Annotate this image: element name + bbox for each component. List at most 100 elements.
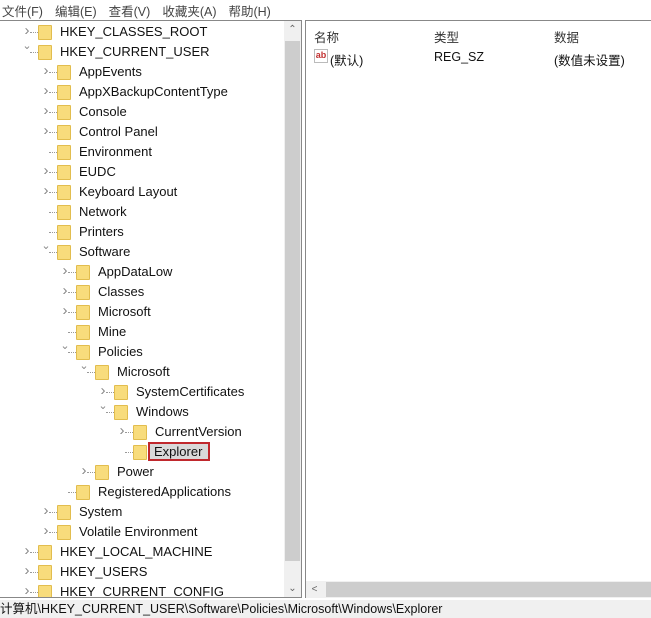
horizontal-scrollbar[interactable]: < [306,581,651,598]
scroll-down-icon[interactable]: ⌄ [284,580,301,597]
folder-icon [57,65,71,80]
tree-connector [30,52,38,53]
chevron-right-icon[interactable]: › [98,382,108,399]
chevron-right-icon[interactable]: › [41,82,51,99]
chevron-right-icon[interactable]: › [22,22,32,39]
tree-item[interactable]: › Power [0,462,283,482]
tree-item[interactable]: › EUDC [0,162,283,182]
tree-item[interactable]: › HKEY_CURRENT_CONFIG [0,582,283,598]
folder-icon [38,45,52,60]
chevron-right-icon[interactable]: › [117,422,127,439]
folder-icon [57,125,71,140]
tree-item-label: System [79,504,123,519]
tree-item[interactable]: › System [0,502,283,522]
chevron-right-icon[interactable]: › [22,542,32,559]
value-data: (数值未设置) [554,54,625,68]
tree-item-label: Microsoft [117,364,170,379]
registry-tree[interactable]: › HKEY_CLASSES_ROOT ⌄ HKEY_CURRENT_USER › App… [0,20,302,598]
tree-item[interactable]: ⌄ Microsoft [0,359,283,382]
tree-item-label: CurrentVersion [155,424,242,439]
folder-icon [57,245,71,260]
chevron-right-icon[interactable]: › [41,522,51,539]
tree-item[interactable]: › SystemCertificates [0,382,283,402]
tree-item[interactable]: › AppXBackupContentType [0,82,283,102]
tree-item[interactable]: Mine [0,322,283,342]
tree-item[interactable]: ⌄ Software [0,239,283,262]
tree-connector [30,572,38,573]
chevron-right-icon[interactable]: › [41,162,51,179]
column-header-name[interactable]: 名称 [314,27,339,46]
tree-item[interactable]: Explorer [0,442,283,462]
chevron-right-icon[interactable]: › [79,462,89,479]
chevron-down-icon[interactable]: ⌄ [41,239,51,252]
chevron-right-icon[interactable]: › [60,262,70,279]
menu-help[interactable]: 帮助(H) [228,1,270,20]
tree-item[interactable]: › Control Panel [0,122,283,142]
tree-item[interactable]: RegisteredApplications [0,482,283,502]
chevron-right-icon[interactable]: › [41,502,51,519]
tree-connector [87,472,95,473]
tree-item[interactable]: › HKEY_CLASSES_ROOT [0,22,283,42]
chevron-right-icon[interactable]: › [41,182,51,199]
folder-icon [38,545,52,560]
folder-icon [57,105,71,120]
column-header-type[interactable]: 类型 [434,27,459,46]
tree-item[interactable]: › AppEvents [0,62,283,82]
chevron-right-icon[interactable]: › [60,282,70,299]
tree-item[interactable]: › Volatile Environment [0,522,283,542]
tree-item[interactable]: Network [0,202,283,222]
tree-item-label: Policies [98,344,143,359]
column-header-data[interactable]: 数据 [554,27,579,46]
tree-item-label: HKEY_CURRENT_CONFIG [60,584,224,598]
tree-item[interactable]: ⌄ Windows [0,399,283,422]
tree-connector [68,272,76,273]
string-value-icon: ab [314,49,328,63]
values-pane[interactable]: 名称 类型 数据 ab (默认) REG_SZ (数值未设置) < [305,20,651,598]
menu-file[interactable]: 文件(F) [2,1,43,20]
menu-view[interactable]: 查看(V) [109,1,151,20]
tree-item[interactable]: ⌄ HKEY_CURRENT_USER [0,39,283,62]
folder-icon [57,225,71,240]
tree-item-label: AppEvents [79,64,142,79]
folder-icon [76,265,90,280]
chevron-right-icon[interactable]: › [22,562,32,579]
chevron-right-icon[interactable]: › [41,62,51,79]
chevron-down-icon[interactable]: ⌄ [22,39,32,52]
tree-connector [49,512,57,513]
tree-item[interactable]: Environment [0,142,283,162]
chevron-right-icon[interactable]: › [41,102,51,119]
tree-item[interactable]: › Keyboard Layout [0,182,283,202]
scroll-up-icon[interactable]: ⌃ [284,21,301,38]
menu-edit[interactable]: 编辑(E) [55,1,97,20]
chevron-right-icon[interactable]: › [22,582,32,597]
chevron-down-icon[interactable]: ⌄ [79,359,89,372]
tree-connector [125,432,133,433]
vertical-scrollbar[interactable]: ⌃ ⌄ [284,21,301,597]
chevron-right-icon[interactable]: › [60,302,70,319]
horizontal-scroll-thumb[interactable] [326,582,651,597]
tree-item[interactable]: › CurrentVersion [0,422,283,442]
chevron-right-icon[interactable]: › [41,122,51,139]
folder-icon [57,525,71,540]
tree-item[interactable]: › HKEY_USERS [0,562,283,582]
tree-item[interactable]: ⌄ Policies [0,339,283,362]
menu-favorites[interactable]: 收藏夹(A) [162,1,216,20]
tree-item-label: HKEY_USERS [60,564,148,579]
tree-item-label: EUDC [79,164,116,179]
tree-item[interactable]: › HKEY_LOCAL_MACHINE [0,542,283,562]
folder-icon [76,485,90,500]
chevron-down-icon[interactable]: ⌄ [60,339,70,352]
scroll-left-icon[interactable]: < [306,581,323,598]
chevron-down-icon[interactable]: ⌄ [98,399,108,412]
tree-connector [87,372,95,373]
tree-item[interactable]: › AppDataLow [0,262,283,282]
tree-item[interactable]: › Microsoft [0,302,283,322]
folder-icon [133,425,147,440]
tree-item[interactable]: › Console [0,102,283,122]
tree-item-label: Classes [98,284,145,299]
tree-connector [49,172,57,173]
tree-item[interactable]: › Classes [0,282,283,302]
tree-item-label: Console [79,104,127,119]
tree-item-label: Mine [98,324,127,339]
scroll-thumb[interactable] [285,41,300,561]
